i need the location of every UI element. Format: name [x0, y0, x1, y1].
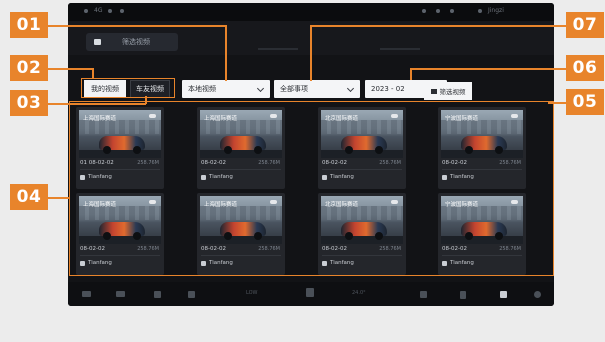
- callout-line-05: [548, 102, 568, 104]
- category-dropdown-value: 全部事项: [280, 85, 308, 93]
- filter-icon: [430, 88, 437, 94]
- callout-04: 04: [10, 184, 48, 210]
- callout-05: 05: [566, 89, 604, 115]
- car-icon[interactable]: [82, 291, 91, 297]
- callout-line-06: [410, 68, 568, 70]
- fan-icon[interactable]: [188, 291, 195, 298]
- callout-line-03: [48, 103, 146, 105]
- callout-line-07-v: [310, 25, 312, 81]
- climate-icon[interactable]: [306, 288, 314, 297]
- callout-03: 03: [10, 90, 48, 116]
- page-title-chip[interactable]: 筛选视频: [86, 33, 178, 51]
- callout-07: 07: [566, 12, 604, 38]
- callout-line-07: [310, 25, 568, 27]
- callout-line-02-v: [92, 68, 94, 79]
- chevron-down-icon: [346, 84, 355, 93]
- user-avatar-icon[interactable]: [478, 9, 482, 13]
- username[interactable]: Jingzi: [488, 7, 504, 14]
- music-icon[interactable]: [460, 291, 466, 299]
- callout-line-02: [48, 68, 93, 70]
- phone-icon[interactable]: [154, 291, 161, 298]
- callout-line-01-v: [225, 25, 227, 81]
- callout-02: 02: [10, 55, 48, 81]
- page-title: 筛选视频: [122, 38, 150, 46]
- wiper-icon[interactable]: [420, 291, 427, 298]
- bluetooth-icon: [120, 9, 124, 13]
- callout-frame-tabs: [81, 78, 175, 98]
- temp-left[interactable]: LOW: [246, 290, 258, 296]
- type-dropdown[interactable]: 本地视频: [182, 80, 270, 98]
- callout-06: 06: [566, 55, 604, 81]
- mic-icon: [450, 9, 454, 13]
- bottom-bar: LOW 24.0°: [68, 282, 554, 306]
- callout-01: 01: [10, 12, 48, 38]
- filter-button[interactable]: 筛选视频: [424, 82, 472, 100]
- notification-icon: [422, 9, 426, 13]
- chevron-down-icon: [256, 84, 265, 93]
- category-dropdown[interactable]: 全部事项: [274, 80, 360, 98]
- date-dropdown-value: 2023 - 02: [371, 85, 405, 93]
- video-icon: [94, 39, 101, 45]
- seat-icon[interactable]: [116, 291, 125, 297]
- status-bar: 4G Jingzi: [68, 3, 554, 21]
- callout-line-04: [48, 197, 69, 199]
- wifi-icon: [108, 9, 112, 13]
- tab-underline-2: [380, 48, 420, 50]
- tab-underline-1: [258, 48, 298, 50]
- callout-line-06-v: [410, 68, 412, 80]
- signal-icon: [84, 9, 88, 13]
- callout-frame-grid: [69, 101, 554, 276]
- callout-line-01: [48, 25, 226, 27]
- grid-icon[interactable]: [500, 291, 507, 298]
- volume-icon: [436, 9, 440, 13]
- temp-right[interactable]: 24.0°: [352, 290, 366, 296]
- callout-line-03-v: [145, 96, 147, 104]
- type-dropdown-value: 本地视频: [188, 85, 216, 93]
- filter-button-label: 筛选视频: [439, 88, 466, 96]
- settings-icon[interactable]: [534, 291, 541, 298]
- network-label: 4G: [94, 7, 103, 14]
